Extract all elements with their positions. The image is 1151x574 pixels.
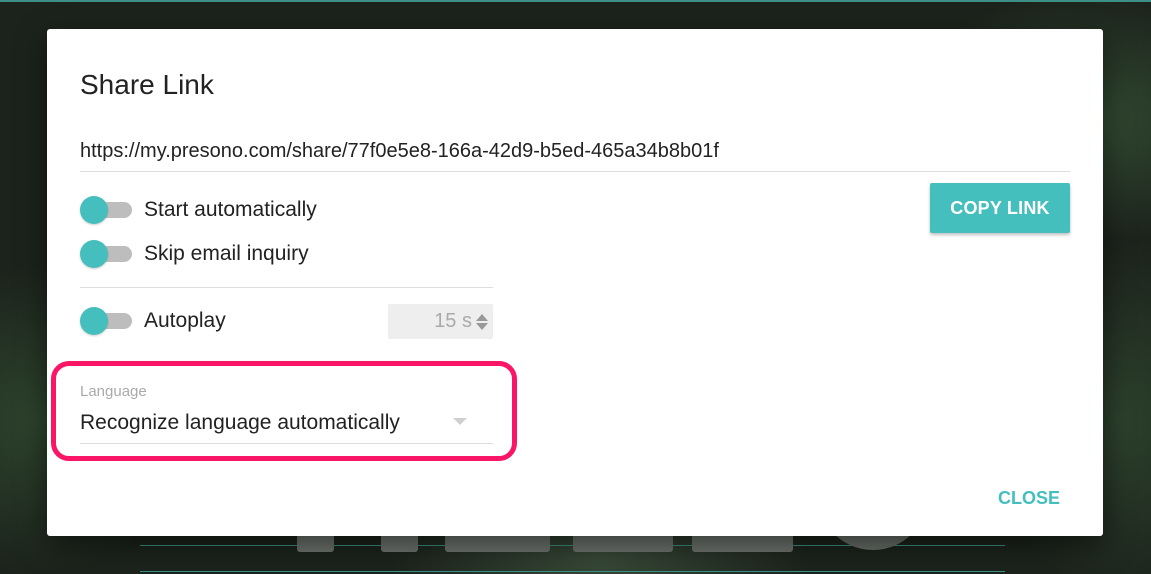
background-shape <box>297 536 334 552</box>
background-line <box>140 571 1005 572</box>
autoplay-row: Autoplay <box>80 306 226 336</box>
background-top-line <box>0 0 1151 2</box>
autoplay-interval-value: 15 s <box>434 310 472 332</box>
dialog-title: Share Link <box>80 69 214 100</box>
close-button[interactable]: CLOSE <box>992 484 1066 513</box>
arrow-up-icon[interactable] <box>476 313 488 321</box>
language-select[interactable]: Recognize language automatically <box>80 408 493 444</box>
share-url-underline <box>80 171 1070 172</box>
skip-email-inquiry-label: Skip email inquiry <box>144 242 309 265</box>
copy-link-button[interactable]: COPY LINK <box>930 183 1070 233</box>
background-shape <box>692 536 793 552</box>
toggle-thumb[interactable] <box>80 240 108 268</box>
share-url-field[interactable]: https://my.presono.com/share/77f0e5e8-16… <box>80 138 719 164</box>
caret-down-icon[interactable] <box>453 418 467 425</box>
skip-email-inquiry-row: Skip email inquiry <box>80 239 309 269</box>
toggle-thumb[interactable] <box>80 307 108 335</box>
skip-email-inquiry-toggle[interactable] <box>80 239 132 269</box>
toggle-thumb[interactable] <box>80 196 108 224</box>
language-selected-value: Recognize language automatically <box>80 411 400 434</box>
background-shape <box>573 536 673 552</box>
autoplay-toggle[interactable] <box>80 306 132 336</box>
language-label: Language <box>80 383 147 400</box>
up-down-arrows-icon[interactable] <box>476 313 488 330</box>
share-link-dialog: Share Link https://my.presono.com/share/… <box>47 29 1103 536</box>
start-automatically-row: Start automatically <box>80 195 317 225</box>
arrow-down-icon[interactable] <box>476 322 488 330</box>
background-shape <box>381 536 418 552</box>
background-shape <box>445 536 550 552</box>
section-divider <box>80 287 493 288</box>
start-automatically-toggle[interactable] <box>80 195 132 225</box>
autoplay-interval-stepper[interactable]: 15 s <box>388 304 493 339</box>
start-automatically-label: Start automatically <box>144 198 317 221</box>
autoplay-label: Autoplay <box>144 309 226 332</box>
